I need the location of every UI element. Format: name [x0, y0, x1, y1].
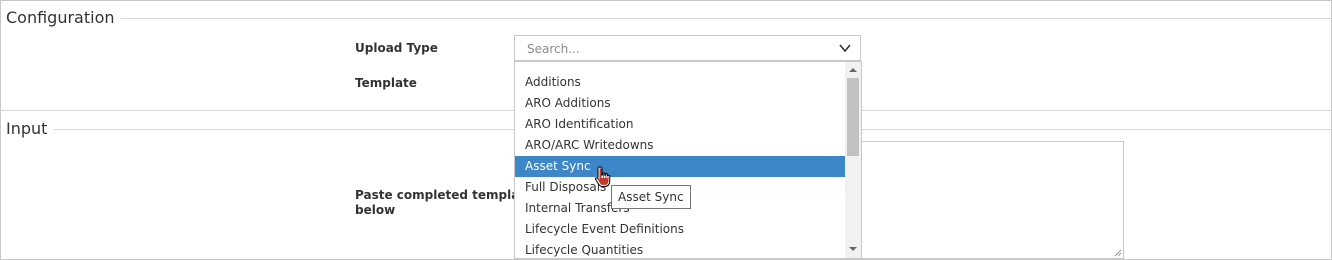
scrollbar-thumb[interactable] [847, 78, 859, 156]
paste-template-label: Paste completed template below [355, 188, 533, 218]
upload-type-search-input[interactable] [525, 41, 829, 57]
template-label: Template [355, 76, 417, 90]
input-section-title: Input [6, 119, 54, 138]
option-tooltip: Asset Sync [611, 185, 691, 209]
caret-up-icon[interactable] [848, 65, 858, 75]
dropdown-option[interactable]: ARO Additions [515, 93, 846, 114]
resize-grip-icon[interactable] [1114, 249, 1122, 257]
dropdown-option[interactable]: Lifecycle Event Definitions [515, 219, 846, 240]
dropdown-option[interactable]: ARO Identification [515, 114, 846, 135]
hand-pointer-icon [594, 166, 611, 187]
upload-type-select[interactable] [514, 35, 861, 61]
upload-type-label: Upload Type [355, 41, 438, 55]
dropdown-scrollbar[interactable] [845, 62, 861, 258]
caret-down-icon[interactable] [848, 244, 858, 254]
paste-template-label-line2: below [355, 203, 396, 217]
paste-template-label-line1: Paste completed template [355, 188, 534, 202]
dropdown-option-selected[interactable]: Asset Sync [515, 156, 846, 177]
dropdown-option[interactable]: ARO/ARC Writedowns [515, 135, 846, 156]
dropdown-option[interactable]: Lifecycle Quantities [515, 240, 846, 258]
dropdown-option[interactable]: Additions [515, 72, 846, 93]
configuration-section-title: Configuration [6, 8, 121, 27]
configuration-divider [118, 18, 1330, 19]
upload-type-dropdown-list[interactable]: Additions ARO Additions ARO Identificati… [514, 61, 862, 259]
chevron-down-icon[interactable] [838, 41, 852, 55]
